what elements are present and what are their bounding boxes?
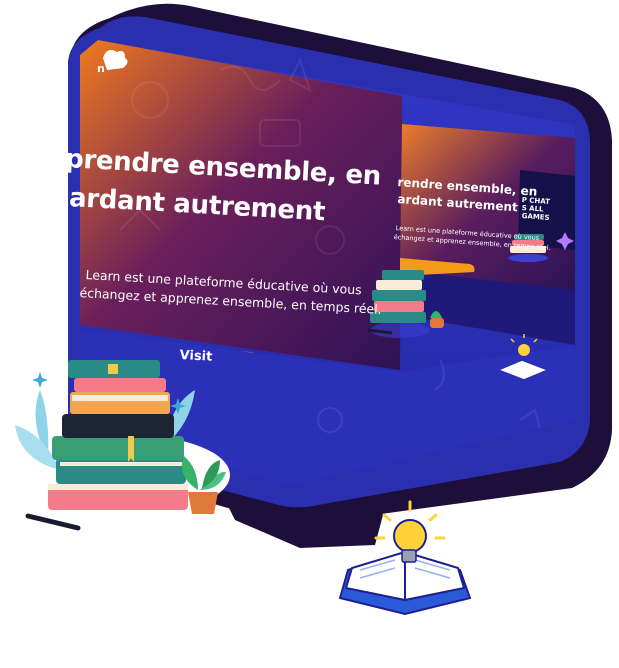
logo-letter: n	[97, 62, 105, 75]
pen-icon	[25, 513, 81, 531]
logo-icon	[103, 50, 128, 70]
visit-button[interactable]: Visit	[179, 348, 212, 365]
monitor-illustration	[15, 3, 612, 616]
